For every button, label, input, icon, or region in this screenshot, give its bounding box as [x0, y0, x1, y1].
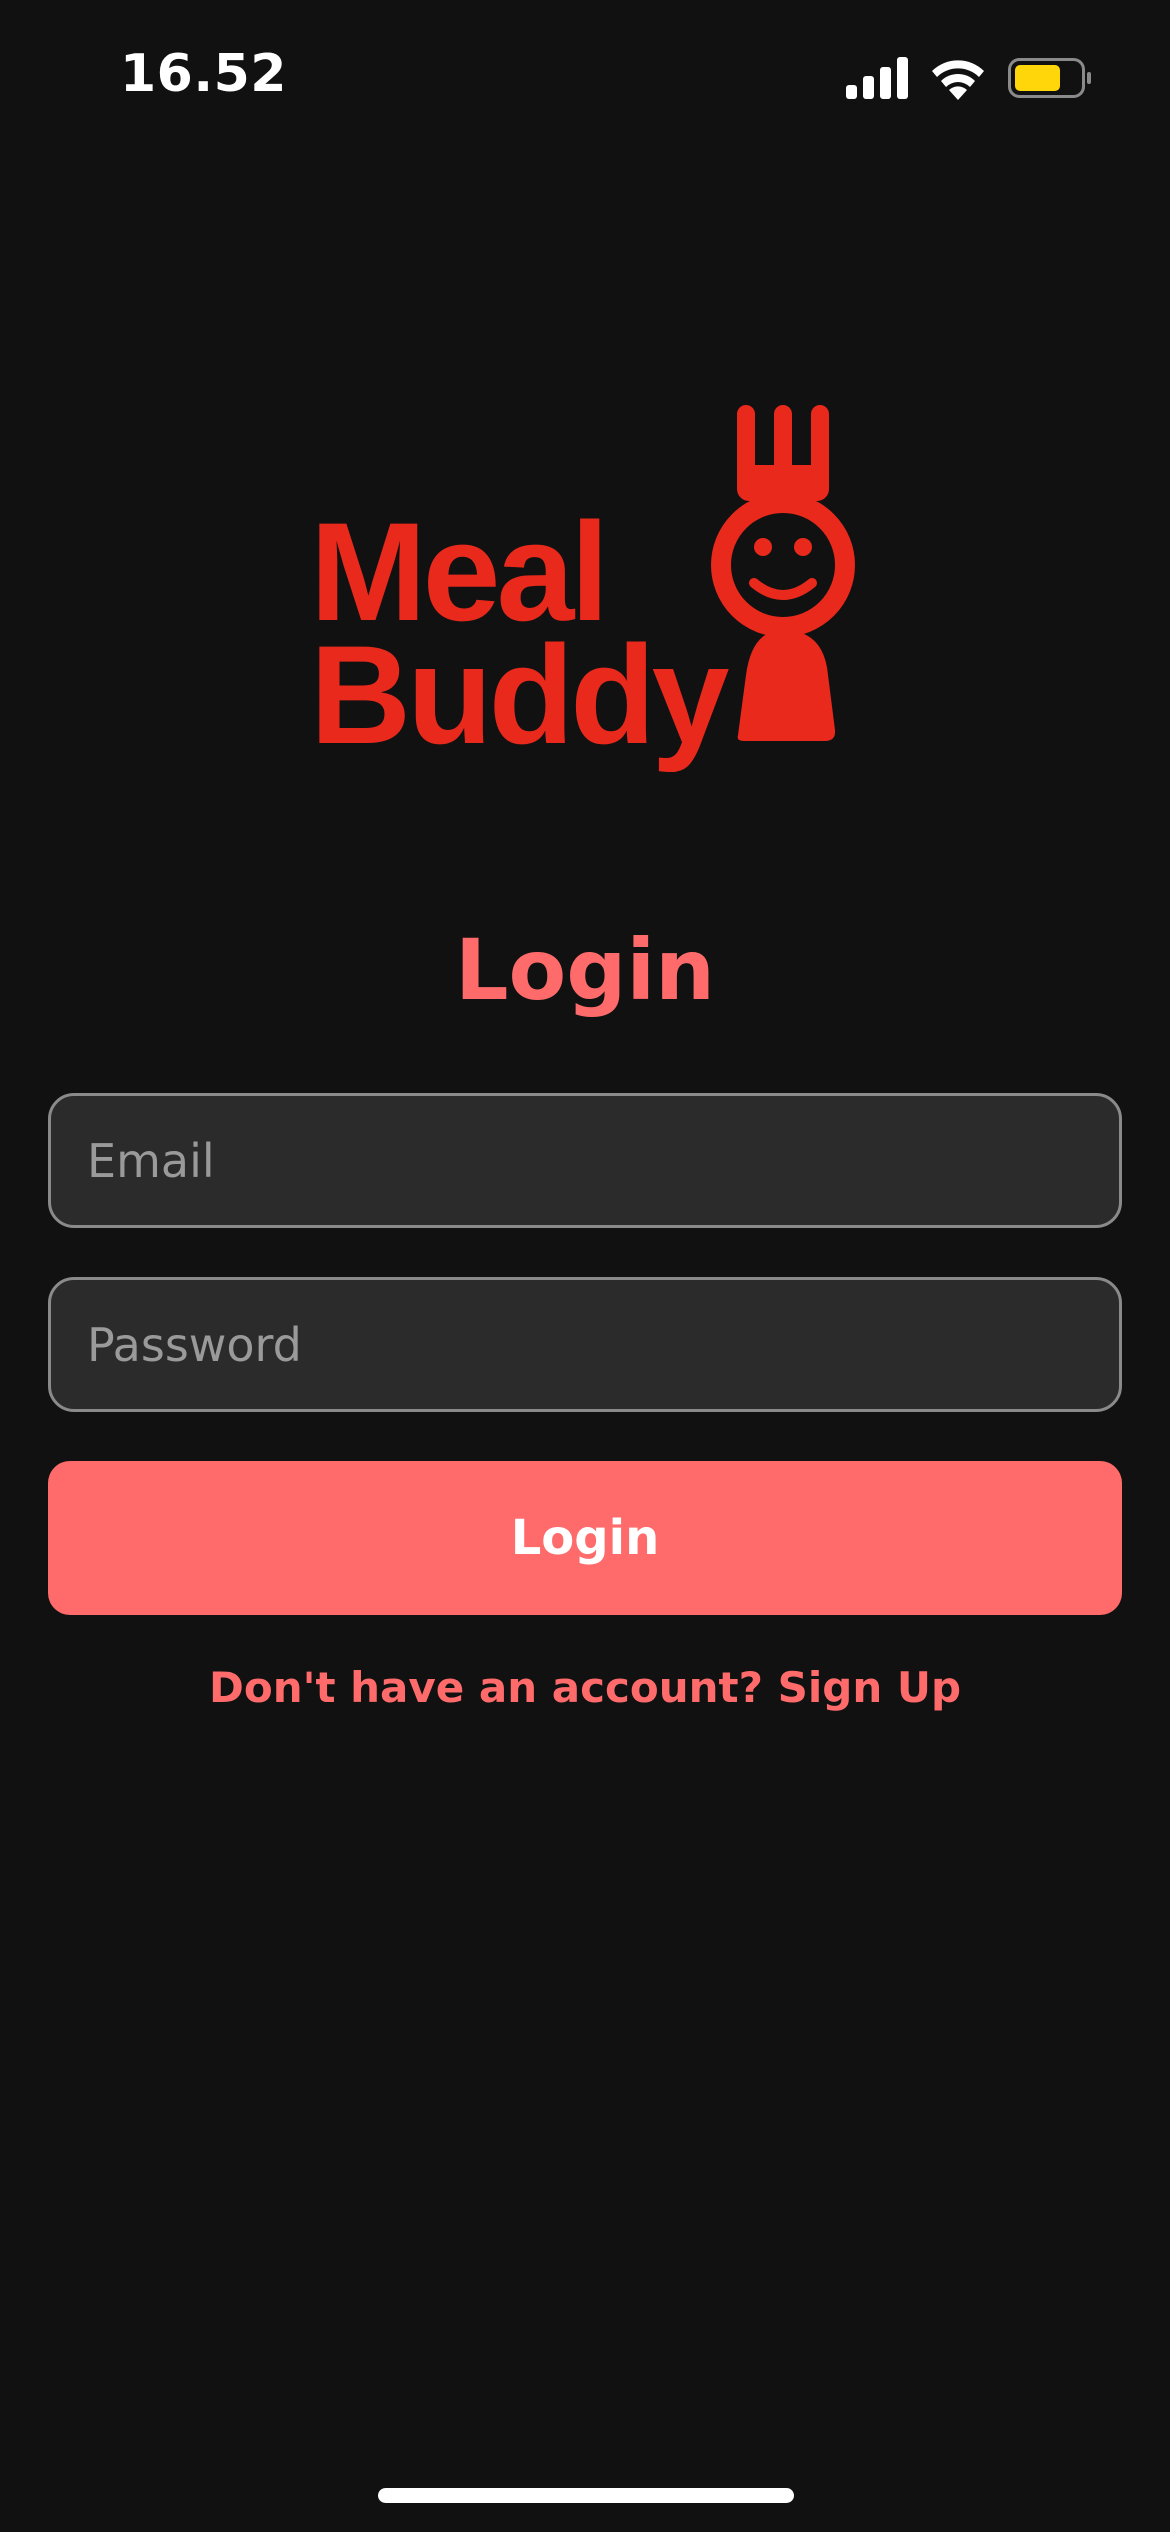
wifi-icon — [932, 60, 984, 100]
password-field[interactable] — [48, 1277, 1122, 1412]
status-time: 16.52 — [120, 44, 287, 104]
email-field[interactable] — [48, 1093, 1122, 1228]
logo-text-buddy: Buddy — [310, 616, 730, 773]
home-indicator[interactable] — [378, 2488, 794, 2503]
page-title: Login — [455, 921, 715, 1019]
meal-buddy-logo: Meal Buddy — [310, 405, 855, 773]
signup-link[interactable]: Don't have an account? Sign Up — [0, 1660, 1170, 1716]
status-icons — [846, 54, 1092, 102]
login-button[interactable]: Login — [48, 1461, 1122, 1615]
status-bar: 16.52 — [0, 0, 1170, 150]
logo-wordmark: Meal Buddy — [310, 493, 734, 773]
cellular-signal-icon — [846, 57, 908, 99]
fork-smiley-mascot-icon — [711, 405, 855, 741]
battery-icon — [1008, 58, 1091, 98]
